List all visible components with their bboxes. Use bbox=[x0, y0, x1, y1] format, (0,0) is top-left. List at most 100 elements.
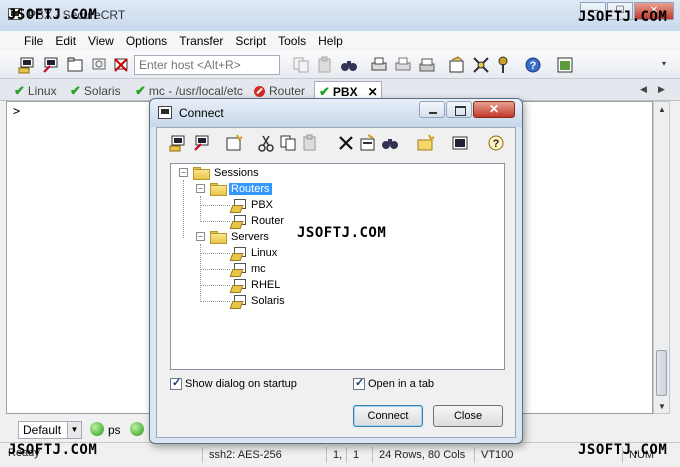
tree-line bbox=[200, 285, 230, 286]
tab-solaris[interactable]: ✔ Solaris bbox=[66, 81, 121, 101]
collapse-servers-icon[interactable]: − bbox=[196, 232, 205, 241]
quick-connect-icon[interactable] bbox=[42, 56, 60, 74]
tree-line bbox=[200, 221, 230, 222]
new-folder-icon[interactable] bbox=[417, 134, 435, 152]
menu-options[interactable]: Options bbox=[120, 31, 173, 51]
print-icon[interactable] bbox=[370, 56, 388, 74]
terminal-icon[interactable] bbox=[451, 134, 469, 152]
tree-node-router[interactable]: Router bbox=[231, 213, 286, 229]
connected-check-icon: ✔ bbox=[14, 83, 25, 98]
checkbox-label: Show dialog on startup bbox=[185, 378, 297, 390]
dialog-close-button[interactable]: ✕ bbox=[473, 101, 515, 118]
session-icon bbox=[231, 278, 246, 292]
tab-next-icon[interactable]: ▶ bbox=[658, 84, 665, 95]
button-bar-select[interactable]: Default ▼ bbox=[18, 421, 82, 439]
disconnect-icon[interactable] bbox=[112, 56, 130, 74]
tree-node-mc[interactable]: mc bbox=[231, 261, 268, 277]
watermark: JSOFTJ.COM bbox=[578, 442, 668, 458]
menu-tools[interactable]: Tools bbox=[272, 31, 312, 51]
connect-button[interactable]: Connect bbox=[353, 405, 423, 427]
tree-node-linux[interactable]: Linux bbox=[231, 245, 279, 261]
tree-node-label: Linux bbox=[251, 247, 278, 259]
reconnect-icon[interactable] bbox=[90, 56, 108, 74]
menu-script[interactable]: Script bbox=[229, 31, 272, 51]
dialog-body: ? − Sessions − Routers PBX Router − Serv… bbox=[156, 127, 516, 438]
tree-line bbox=[200, 269, 230, 270]
tab-prev-icon[interactable]: ◀ bbox=[640, 84, 647, 95]
menu-edit[interactable]: Edit bbox=[49, 31, 82, 51]
tree-node-rhel[interactable]: RHEL bbox=[231, 277, 282, 293]
find-icon[interactable] bbox=[381, 134, 399, 152]
menu-transfer[interactable]: Transfer bbox=[173, 31, 229, 51]
ps-button-icon[interactable] bbox=[90, 422, 104, 436]
dialog-title: Connect bbox=[179, 106, 224, 120]
session-tree[interactable]: − Sessions − Routers PBX Router − Server… bbox=[170, 163, 505, 370]
connected-check-icon: ✔ bbox=[70, 83, 81, 98]
status-row: 1, bbox=[326, 447, 346, 463]
tree-node-servers[interactable]: Servers bbox=[210, 229, 271, 245]
folder-icon bbox=[193, 167, 210, 180]
open-in-tab-checkbox[interactable]: Open in a tab bbox=[353, 376, 435, 390]
collapse-routers-icon[interactable]: − bbox=[196, 184, 205, 193]
tree-node-label: Routers bbox=[229, 183, 272, 195]
ps-button-label[interactable]: ps bbox=[108, 423, 121, 437]
tree-node-solaris[interactable]: Solaris bbox=[231, 293, 287, 309]
status-protocol: ssh2: AES-256 bbox=[202, 447, 326, 463]
toolbar-overflow-icon[interactable]: ▾ bbox=[662, 59, 666, 68]
sftp-icon[interactable] bbox=[556, 56, 574, 74]
status-col: 1 bbox=[346, 447, 372, 463]
tree-node-routers[interactable]: Routers bbox=[210, 181, 272, 197]
status-size: 24 Rows, 80 Cols bbox=[372, 447, 474, 463]
session-icon bbox=[231, 262, 246, 276]
print-selection-icon[interactable] bbox=[394, 56, 412, 74]
properties-icon[interactable] bbox=[359, 134, 377, 152]
scroll-thumb[interactable] bbox=[656, 350, 667, 396]
dialog-maximize-button[interactable] bbox=[446, 101, 472, 118]
close-tab-icon[interactable]: ✕ bbox=[368, 85, 378, 99]
global-options-icon[interactable] bbox=[472, 56, 490, 74]
tree-node-pbx[interactable]: PBX bbox=[231, 197, 275, 213]
find-icon[interactable] bbox=[340, 56, 358, 74]
menu-file[interactable]: File bbox=[18, 31, 49, 51]
connect-icon[interactable] bbox=[169, 134, 187, 152]
tree-line bbox=[200, 196, 201, 222]
dialog-toolbar: ? bbox=[161, 131, 511, 155]
scroll-up-icon[interactable]: ▲ bbox=[658, 105, 666, 114]
scroll-down-icon[interactable]: ▼ bbox=[658, 402, 666, 411]
checkbox-label: Open in a tab bbox=[368, 378, 435, 390]
new-session-icon[interactable] bbox=[225, 134, 243, 152]
menu-view[interactable]: View bbox=[82, 31, 120, 51]
host-input[interactable] bbox=[134, 55, 280, 75]
help-icon[interactable]: ? bbox=[524, 56, 542, 74]
session-icon bbox=[231, 198, 246, 212]
button-icon[interactable] bbox=[130, 422, 144, 436]
quick-connect-icon[interactable] bbox=[193, 134, 211, 152]
connected-check-icon: ✔ bbox=[135, 83, 146, 98]
keymap-icon[interactable] bbox=[494, 56, 512, 74]
paste-icon[interactable] bbox=[316, 56, 334, 74]
chevron-down-icon: ▼ bbox=[67, 422, 81, 438]
printer-icon[interactable] bbox=[418, 56, 436, 74]
close-button[interactable]: Close bbox=[433, 405, 503, 427]
copy-icon[interactable] bbox=[292, 56, 310, 74]
watermark: JSOFTJ.COM bbox=[578, 9, 668, 25]
collapse-sessions-icon[interactable]: − bbox=[179, 168, 188, 177]
folder-icon bbox=[210, 183, 227, 196]
folder-icon bbox=[210, 231, 227, 244]
paste-icon[interactable] bbox=[301, 134, 319, 152]
cut-icon[interactable] bbox=[257, 134, 275, 152]
copy-icon[interactable] bbox=[279, 134, 297, 152]
help-icon[interactable]: ? bbox=[487, 134, 505, 152]
session-options-icon[interactable] bbox=[448, 56, 466, 74]
show-dialog-on-startup-checkbox[interactable]: Show dialog on startup bbox=[170, 376, 297, 390]
dialog-minimize-button[interactable] bbox=[419, 101, 445, 118]
connect-icon[interactable] bbox=[18, 56, 36, 74]
delete-icon[interactable] bbox=[337, 134, 355, 152]
session-icon bbox=[231, 214, 246, 228]
terminal-scrollbar[interactable]: ▲ ▼ bbox=[653, 101, 670, 414]
tab-linux[interactable]: ✔ Linux bbox=[10, 81, 57, 101]
connect-in-tab-icon[interactable] bbox=[66, 56, 84, 74]
tree-node-label: RHEL bbox=[251, 279, 281, 291]
menu-help[interactable]: Help bbox=[312, 31, 349, 51]
tree-node-sessions[interactable]: Sessions bbox=[193, 165, 261, 181]
